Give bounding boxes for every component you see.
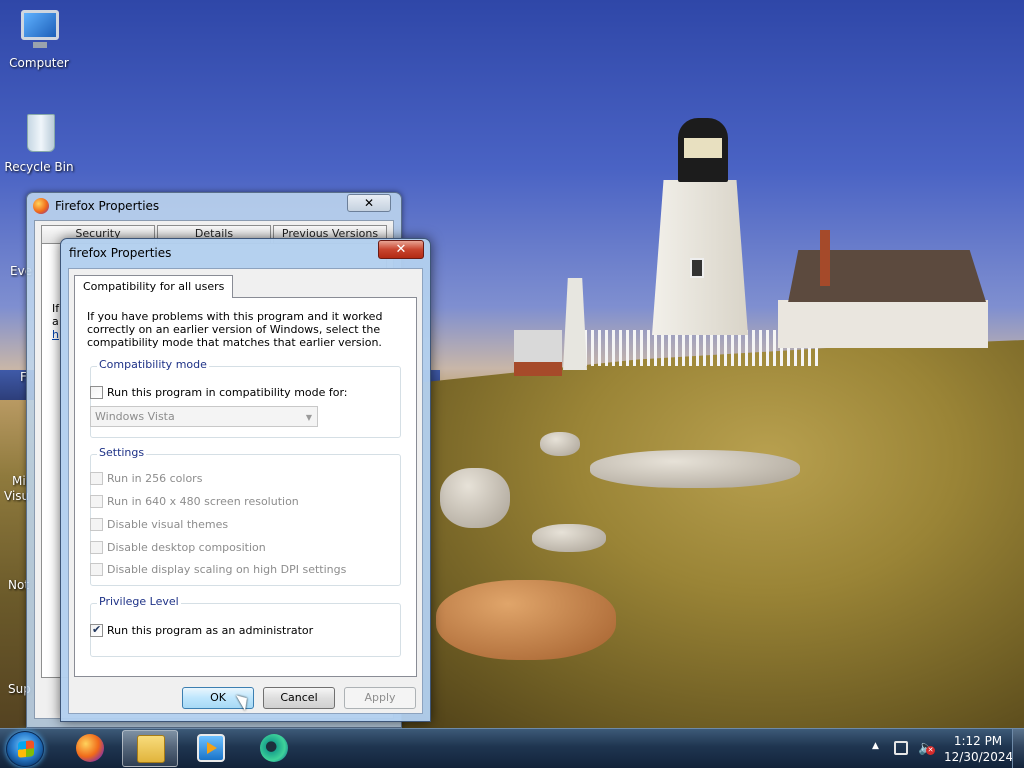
- taskbar-item-firefox[interactable]: [62, 730, 118, 767]
- recycle-bin-icon: [17, 112, 61, 156]
- cancel-button[interactable]: Cancel: [263, 687, 335, 709]
- checkbox-box-checked[interactable]: [90, 623, 103, 637]
- chevron-down-icon: ▼: [305, 413, 312, 422]
- compatibility-pane: If you have problems with this program a…: [74, 297, 417, 677]
- setting-disable-themes-checkbox[interactable]: Disable visual themes: [90, 518, 228, 531]
- file-explorer-icon: [137, 735, 165, 763]
- media-player-icon: [197, 734, 225, 762]
- close-button[interactable]: ✕: [347, 194, 391, 212]
- network-icon[interactable]: [894, 741, 908, 755]
- compatibility-mode-checkbox[interactable]: Run this program in compatibility mode f…: [90, 386, 348, 399]
- computer-icon: [17, 8, 61, 52]
- run-as-admin-checkbox[interactable]: Run this program as an administrator: [90, 623, 313, 637]
- taskbar-item-edge[interactable]: [246, 730, 302, 767]
- start-button[interactable]: [6, 731, 44, 767]
- desktop-icon-computer[interactable]: Computer: [1, 8, 77, 70]
- checkbox-box[interactable]: [90, 386, 103, 399]
- taskbar: ▲ 🔈✕ 1:12 PM 12/30/2024: [0, 728, 1024, 768]
- setting-disable-dpi-scaling-checkbox[interactable]: Disable display scaling on high DPI sett…: [90, 563, 346, 576]
- show-hidden-icons-button[interactable]: ▲: [872, 741, 879, 751]
- compatibility-mode-group: Compatibility mode: [90, 358, 401, 438]
- group-label: Compatibility mode: [97, 358, 209, 371]
- dialog-title: firefox Properties: [69, 246, 172, 260]
- intro-text: If you have problems with this program a…: [87, 310, 383, 349]
- taskbar-item-explorer[interactable]: [122, 730, 178, 767]
- firefox-icon: [76, 734, 104, 762]
- edge-icon: [260, 734, 288, 762]
- taskbar-item-media-player[interactable]: [183, 730, 239, 767]
- clock[interactable]: 1:12 PM 12/30/2024: [944, 733, 1013, 765]
- apply-button[interactable]: Apply: [344, 687, 416, 709]
- desktop-icon-recycle-bin[interactable]: Recycle Bin: [1, 112, 77, 174]
- firefox-icon: [33, 198, 49, 214]
- windows-logo-icon: [18, 740, 34, 758]
- compatibility-dialog[interactable]: firefox Properties ✕ Compatibility for a…: [60, 238, 431, 722]
- tab-compatibility-all-users[interactable]: Compatibility for all users: [74, 275, 234, 298]
- show-desktop-button[interactable]: [1012, 729, 1024, 768]
- setting-disable-composition-checkbox[interactable]: Disable desktop composition: [90, 541, 266, 554]
- compatibility-os-select[interactable]: Windows Vista ▼: [90, 406, 318, 427]
- system-tray: ▲ 🔈✕ 1:12 PM 12/30/2024: [864, 729, 1024, 768]
- close-button[interactable]: ✕: [378, 240, 424, 259]
- window-title: Firefox Properties: [55, 199, 160, 213]
- group-label: Settings: [97, 446, 147, 459]
- setting-640x480-checkbox[interactable]: Run in 640 x 480 screen resolution: [90, 495, 299, 508]
- volume-muted-icon[interactable]: 🔈✕: [918, 740, 935, 756]
- group-label: Privilege Level: [97, 595, 181, 608]
- setting-256-colors-checkbox[interactable]: Run in 256 colors: [90, 472, 202, 485]
